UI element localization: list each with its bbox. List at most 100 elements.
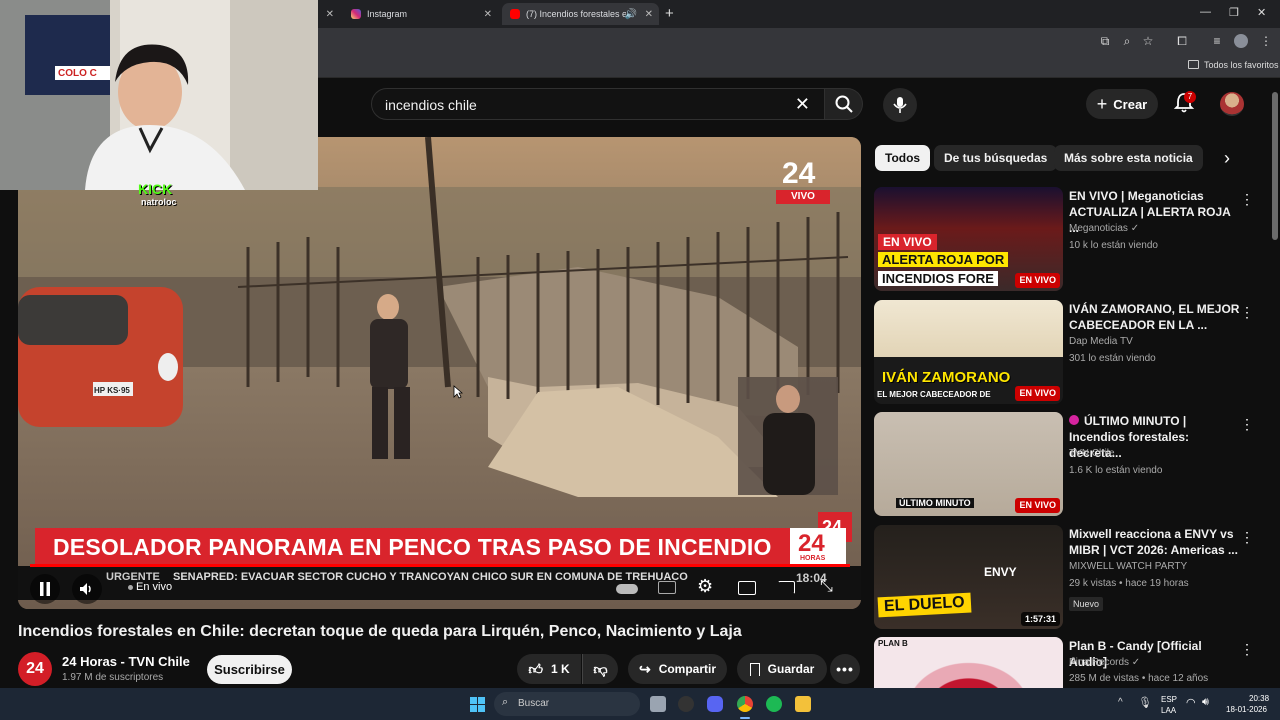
- channel-name[interactable]: 24 Horas - TVN Chile: [62, 654, 190, 669]
- language-code[interactable]: ESP: [1161, 695, 1177, 704]
- captions-icon[interactable]: [658, 581, 676, 594]
- channel-avatar[interactable]: 24: [18, 652, 52, 686]
- video-thumbnail[interactable]: ÚLTIMO MINUTO EN VIVO: [874, 412, 1063, 516]
- video-thumbnail[interactable]: PLAN B: [874, 637, 1063, 688]
- account-avatar[interactable]: [1220, 92, 1244, 116]
- recommended-video[interactable]: PLAN B Plan B - Candy [Official Audio] P…: [874, 637, 1266, 688]
- recommended-video[interactable]: EN VIVO ALERTA ROJA POR INCENDIOS FORE E…: [874, 187, 1266, 291]
- taskbar-search[interactable]: ⌕ Buscar: [494, 692, 640, 716]
- kebab-menu-icon[interactable]: ⋮: [1259, 34, 1273, 48]
- progress-bar[interactable]: [30, 564, 850, 567]
- streamer-webcam: COLO C: [0, 0, 318, 190]
- chip-from-searches[interactable]: De tus búsquedas: [934, 145, 1058, 171]
- chevron-right-icon[interactable]: ›: [1224, 148, 1230, 169]
- more-actions-button[interactable]: •••: [830, 654, 860, 684]
- video-title[interactable]: IVÁN ZAMORANO, EL MEJOR CABECEADOR EN LA…: [1069, 301, 1241, 333]
- video-meta: 29 k vistas • hace 19 horas: [1069, 578, 1189, 589]
- channel-name[interactable]: Meganoticias ✓: [1069, 223, 1139, 234]
- headline-bar: DESOLADOR PANORAMA EN PENCO TRAS PASO DE…: [35, 528, 795, 566]
- restore-icon[interactable]: ❐: [1229, 6, 1239, 19]
- active-app-indicator: [740, 717, 750, 719]
- channel-name[interactable]: Pina Records ✓: [1069, 657, 1140, 668]
- share-icon: ↪: [638, 660, 651, 677]
- video-thumbnail[interactable]: EL DUELO ENVY 1:57:31: [874, 525, 1063, 629]
- volume-button[interactable]: [72, 574, 102, 604]
- close-window-icon[interactable]: ✕: [1257, 6, 1266, 19]
- search-icon: ⌕: [502, 696, 509, 708]
- channel-name[interactable]: MIXWELL WATCH PARTY: [1069, 561, 1187, 572]
- voice-search-button[interactable]: [883, 88, 917, 122]
- video-thumbnail[interactable]: EN VIVO ALERTA ROJA POR INCENDIOS FORE E…: [874, 187, 1063, 291]
- like-button[interactable]: 👍︎ 1 K: [517, 654, 581, 684]
- chip-more-news[interactable]: Más sobre esta noticia: [1054, 145, 1203, 171]
- zoom-icon[interactable]: ⌕: [1120, 34, 1134, 48]
- page-scrollbar[interactable]: [1272, 92, 1278, 240]
- create-button[interactable]: + Crear: [1086, 89, 1158, 119]
- chip-all[interactable]: Todos: [875, 145, 931, 171]
- thumb-text: EL DUELO: [877, 592, 972, 618]
- autoplay-toggle[interactable]: [616, 584, 638, 594]
- kebab-menu-icon[interactable]: ⋮: [1240, 416, 1254, 433]
- recommended-video[interactable]: ÚLTIMO MINUTO EN VIVO ÚLTIMO MINUTO | In…: [874, 412, 1266, 516]
- speaker-tray-icon[interactable]: 🔊︎: [1202, 696, 1209, 709]
- search-button[interactable]: [825, 88, 863, 120]
- close-icon[interactable]: ✕: [645, 9, 653, 20]
- instagram-icon: [351, 9, 361, 19]
- close-icon[interactable]: ✕: [326, 9, 334, 20]
- profile-avatar[interactable]: [1234, 34, 1248, 48]
- channel-bug: 24: [782, 157, 816, 190]
- language-layout[interactable]: LAA: [1161, 706, 1176, 715]
- search-box[interactable]: incendios chile ✕: [371, 88, 825, 120]
- windows-start-icon[interactable]: [470, 697, 485, 712]
- chevron-up-icon[interactable]: ^: [1118, 697, 1123, 708]
- recommended-video[interactable]: EL DUELO ENVY 1:57:31 Mixwell reacciona …: [874, 525, 1266, 629]
- like-count: 1 K: [550, 662, 570, 676]
- kick-label: KICK: [138, 181, 173, 197]
- tab-instagram[interactable]: Instagram ✕: [343, 3, 498, 25]
- extensions-icon[interactable]: ⧠: [1175, 34, 1189, 48]
- file-explorer-icon[interactable]: [795, 696, 811, 712]
- live-status[interactable]: En vivo: [136, 581, 172, 593]
- share-button[interactable]: ↪ Compartir: [628, 654, 727, 684]
- cast-icon[interactable]: [778, 581, 795, 594]
- miniplayer-icon[interactable]: [738, 581, 756, 595]
- clock-time[interactable]: 20:38: [1249, 694, 1269, 703]
- github-icon[interactable]: [678, 696, 694, 712]
- bookmark-star-icon[interactable]: ☆: [1141, 34, 1155, 48]
- minimize-icon[interactable]: —: [1200, 6, 1211, 18]
- chrome-icon[interactable]: [737, 696, 753, 712]
- video-thumbnail[interactable]: IVÁN ZAMORANO EL MEJOR CABECEADOR DE EN …: [874, 300, 1063, 404]
- kebab-menu-icon[interactable]: ⋮: [1240, 191, 1254, 208]
- settings-gear-icon[interactable]: ⚙: [697, 576, 713, 597]
- channel-name[interactable]: TVN Chile: [1069, 448, 1115, 459]
- dislike-button[interactable]: 👎︎: [582, 654, 618, 684]
- kebab-menu-icon[interactable]: ⋮: [1240, 304, 1254, 321]
- reading-list-icon[interactable]: ≡: [1210, 34, 1224, 48]
- video-title[interactable]: Mixwell reacciona a ENVY vs MIBR | VCT 2…: [1069, 526, 1241, 558]
- spotify-icon[interactable]: [766, 696, 782, 712]
- discord-icon[interactable]: [707, 696, 723, 712]
- thumb-text: ENVY: [984, 565, 1017, 579]
- kebab-menu-icon[interactable]: ⋮: [1240, 641, 1254, 658]
- pause-button[interactable]: [30, 574, 60, 604]
- wifi-icon[interactable]: ◠: [1186, 696, 1196, 709]
- search-input[interactable]: incendios chile: [385, 97, 477, 113]
- task-view-icon[interactable]: [650, 696, 666, 712]
- speaker-icon[interactable]: 🔊: [625, 9, 637, 20]
- close-icon[interactable]: ✕: [484, 9, 492, 20]
- license-plate: HP KS·95: [94, 386, 130, 395]
- recommended-video[interactable]: IVÁN ZAMORANO EL MEJOR CABECEADOR DE EN …: [874, 300, 1266, 404]
- install-app-icon[interactable]: ⧉: [1098, 34, 1112, 48]
- clock-date[interactable]: 18-01-2026: [1226, 705, 1267, 714]
- clear-search-icon[interactable]: ✕: [795, 94, 810, 115]
- save-button[interactable]: Guardar: [737, 654, 827, 684]
- tab-youtube-active[interactable]: (7) Incendios forestales en C 🔊 ✕: [502, 3, 659, 25]
- new-tab-button[interactable]: +: [665, 5, 674, 22]
- folder-icon: [1188, 60, 1199, 69]
- all-favorites-link[interactable]: Todos los favoritos: [1204, 60, 1279, 70]
- microphone-tray-icon[interactable]: 🎙︎: [1138, 696, 1152, 709]
- subscribe-button[interactable]: Suscribirse: [207, 655, 292, 684]
- fullscreen-exit-icon[interactable]: ⤡: [820, 578, 833, 596]
- kebab-menu-icon[interactable]: ⋮: [1240, 529, 1254, 546]
- channel-name[interactable]: Dap Media TV: [1069, 336, 1133, 347]
